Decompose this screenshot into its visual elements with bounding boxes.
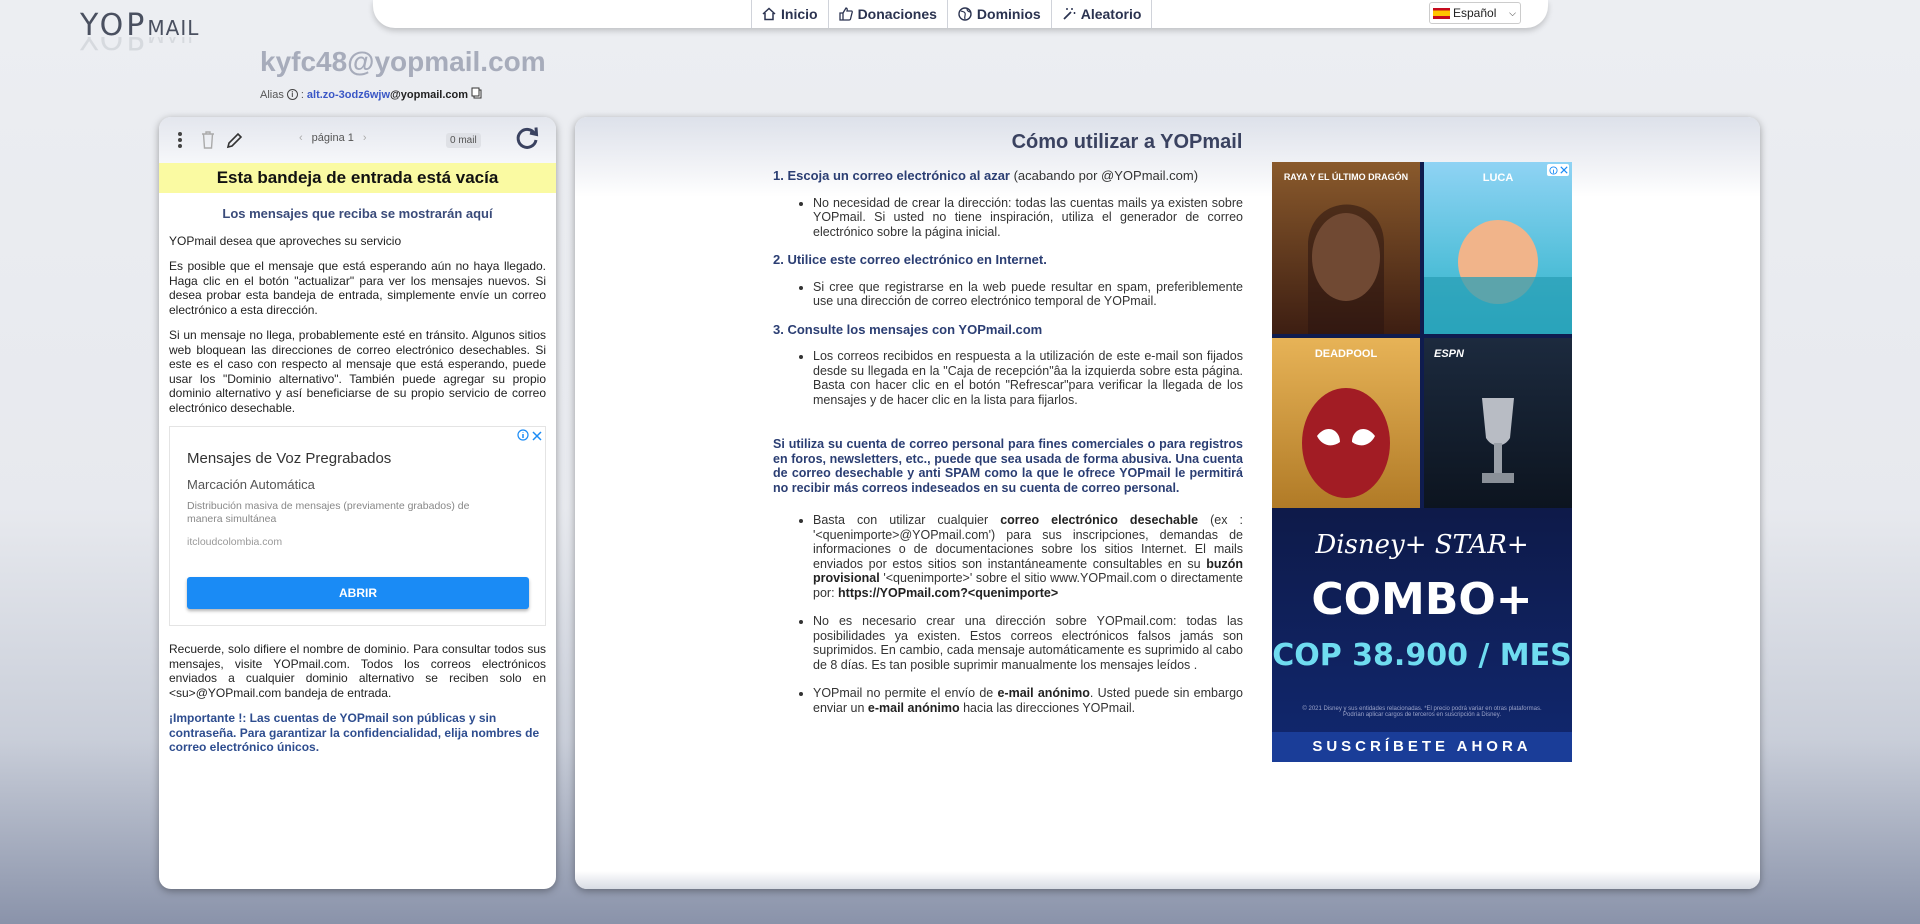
inbox-subheading: Los mensajes que reciba se mostrarán aqu…: [222, 206, 493, 221]
step-2-heading: 2. Utilice este correo electrónico en In…: [773, 252, 1047, 267]
ad-open-button[interactable]: ABRIR: [187, 577, 529, 609]
howto-content: 1. Escoja un correo electrónico al azar …: [773, 168, 1243, 729]
alias-domain: @yopmail.com: [390, 88, 468, 101]
inbox-panel: ‹ página 1 › 0 mail Esta bandeja de entr…: [159, 117, 556, 889]
step-3-heading: 3. Consulte los mensajes con YOPmail.com: [773, 321, 1043, 337]
page-label: página 1: [311, 132, 354, 144]
main-content-panel: Cómo utilizar a YOPmail 1. Escoja un cor…: [575, 117, 1760, 889]
thumbs-up-icon: [838, 7, 853, 21]
alias-separator: :: [300, 88, 304, 101]
yopmail-logo[interactable]: YOPMAIL YOPMAIL: [80, 8, 255, 70]
inbox-paragraph-2: Es posible que el mensaje que está esper…: [169, 259, 546, 317]
ad-subtitle: Marcación Automática: [187, 477, 315, 492]
home-icon: [762, 7, 776, 21]
ad-fine-print: © 2021 Disney y sus entidades relacionad…: [1302, 706, 1542, 718]
pager: ‹ página 1 ›: [299, 132, 367, 144]
more-options-icon[interactable]: [177, 131, 183, 154]
language-label: Español: [1453, 6, 1497, 20]
alias-value[interactable]: alt.zo-3odz6wjw: [307, 89, 390, 101]
inbox-paragraph-3: Si un mensaje no llega, probablemente es…: [169, 328, 546, 415]
close-icon: [1559, 166, 1568, 174]
warning-paragraph: Si utiliza su cuenta de correo personal …: [773, 437, 1243, 495]
main-nav: Inicio Donaciones Dominios Aleatorio: [751, 0, 1153, 28]
globe-icon: [958, 7, 972, 21]
mailbox-address: kyfc48@yopmail.com: [260, 46, 546, 77]
ad-price: COP 38.900 / MES: [1272, 638, 1572, 673]
ad-brand: Disney+ STAR+: [1315, 530, 1529, 560]
copy-icon[interactable]: [471, 87, 482, 102]
language-select[interactable]: Español ⌵: [1429, 2, 1521, 24]
ad-tile-raya[interactable]: RAYA Y EL ÚLTIMO DRAGÓN: [1272, 162, 1420, 334]
ad-combo: COMBO+: [1311, 574, 1533, 625]
info-icon: [1548, 165, 1558, 175]
pencil-icon[interactable]: [226, 131, 244, 154]
nav-dominios[interactable]: Dominios: [946, 0, 1052, 28]
adchoices-icon[interactable]: [517, 429, 529, 445]
howto-title: Cómo utilizar a YOPmail: [1011, 131, 1243, 153]
nav-donaciones[interactable]: Donaciones: [827, 0, 948, 28]
inbox-body: Los mensajes que reciba se mostrarán aqu…: [159, 193, 556, 774]
main-panel-footer: [575, 871, 1760, 889]
ad-tile-deadpool[interactable]: DEADPOOL: [1272, 338, 1420, 510]
ad-tile-luca[interactable]: LUCA: [1424, 162, 1572, 334]
ad-tile-espn[interactable]: ESPN: [1424, 338, 1572, 510]
info-icon[interactable]: i: [286, 89, 298, 100]
bullet-no-creation: No es necesario crear una dirección sobr…: [813, 614, 1243, 672]
step-2-text: Si cree que registrarse en la web puede …: [813, 280, 1243, 309]
important-notice: ¡Importante !: Las cuentas de YOPmail so…: [169, 711, 540, 754]
text-ad[interactable]: Mensajes de Voz Pregrabados Marcación Au…: [169, 426, 546, 626]
trash-icon[interactable]: [201, 131, 215, 154]
close-icon[interactable]: [532, 430, 542, 445]
chevron-right-icon[interactable]: ›: [363, 132, 367, 144]
ad-description: Distribución masiva de mensajes (previam…: [187, 500, 470, 525]
chevron-left-icon[interactable]: ‹: [299, 132, 303, 144]
ad-choices[interactable]: [517, 429, 542, 445]
nav-aleatorio[interactable]: Aleatorio: [1050, 0, 1153, 28]
empty-inbox-banner: Esta bandeja de entrada está vacía: [159, 163, 556, 193]
inbox-paragraph-1: YOPmail desea que aproveches su servicio: [169, 233, 402, 248]
banner-ad[interactable]: RAYA Y EL ÚLTIMO DRAGÓN LUCA DEADPOOL ES…: [1272, 162, 1572, 762]
bullet-disposable: Basta con utilizar cualquier correo elec…: [813, 513, 1243, 600]
disney-combo-ad[interactable]: Disney+ STAR+ COMBO+ COP 38.900 / MES © …: [1272, 508, 1572, 762]
banner-adchoices[interactable]: [1547, 164, 1569, 176]
refresh-icon[interactable]: [514, 125, 540, 156]
bullet-anonymous: YOPmail no permite el envío de e-mail an…: [813, 686, 1243, 715]
step-1-heading: 1. Escoja un correo electrónico al azar …: [773, 168, 1199, 183]
inbox-toolbar: ‹ página 1 › 0 mail: [159, 117, 556, 163]
magic-wand-icon: [1062, 7, 1076, 21]
ad-subscribe-button[interactable]: SUSCRÍBETE AHORA: [1272, 732, 1572, 762]
step-3-text: Los correos recibidos en respuesta a la …: [813, 349, 1243, 407]
nav-aleatorio-label: Aleatorio: [1080, 6, 1142, 22]
spain-flag-icon: [1433, 7, 1450, 19]
ad-domain: itcloudcolombia.com: [187, 536, 283, 548]
nav-donaciones-label: Donaciones: [857, 6, 937, 22]
alias-label: Alias: [260, 88, 284, 101]
alias-row: Alias i : alt.zo-3odz6wjw@yopmail.com: [260, 87, 482, 102]
step-1-text: No necesidad de crear la dirección: toda…: [813, 196, 1243, 240]
nav-inicio-label: Inicio: [781, 6, 818, 22]
nav-dominios-label: Dominios: [976, 6, 1041, 22]
inbox-paragraph-4: Recuerde, solo difiere el nombre de domi…: [169, 642, 546, 700]
mail-count-badge: 0 mail: [446, 133, 481, 148]
chevron-down-icon: ⌵: [1509, 7, 1516, 18]
ad-title[interactable]: Mensajes de Voz Pregrabados: [187, 451, 391, 467]
nav-inicio[interactable]: Inicio: [751, 0, 829, 28]
